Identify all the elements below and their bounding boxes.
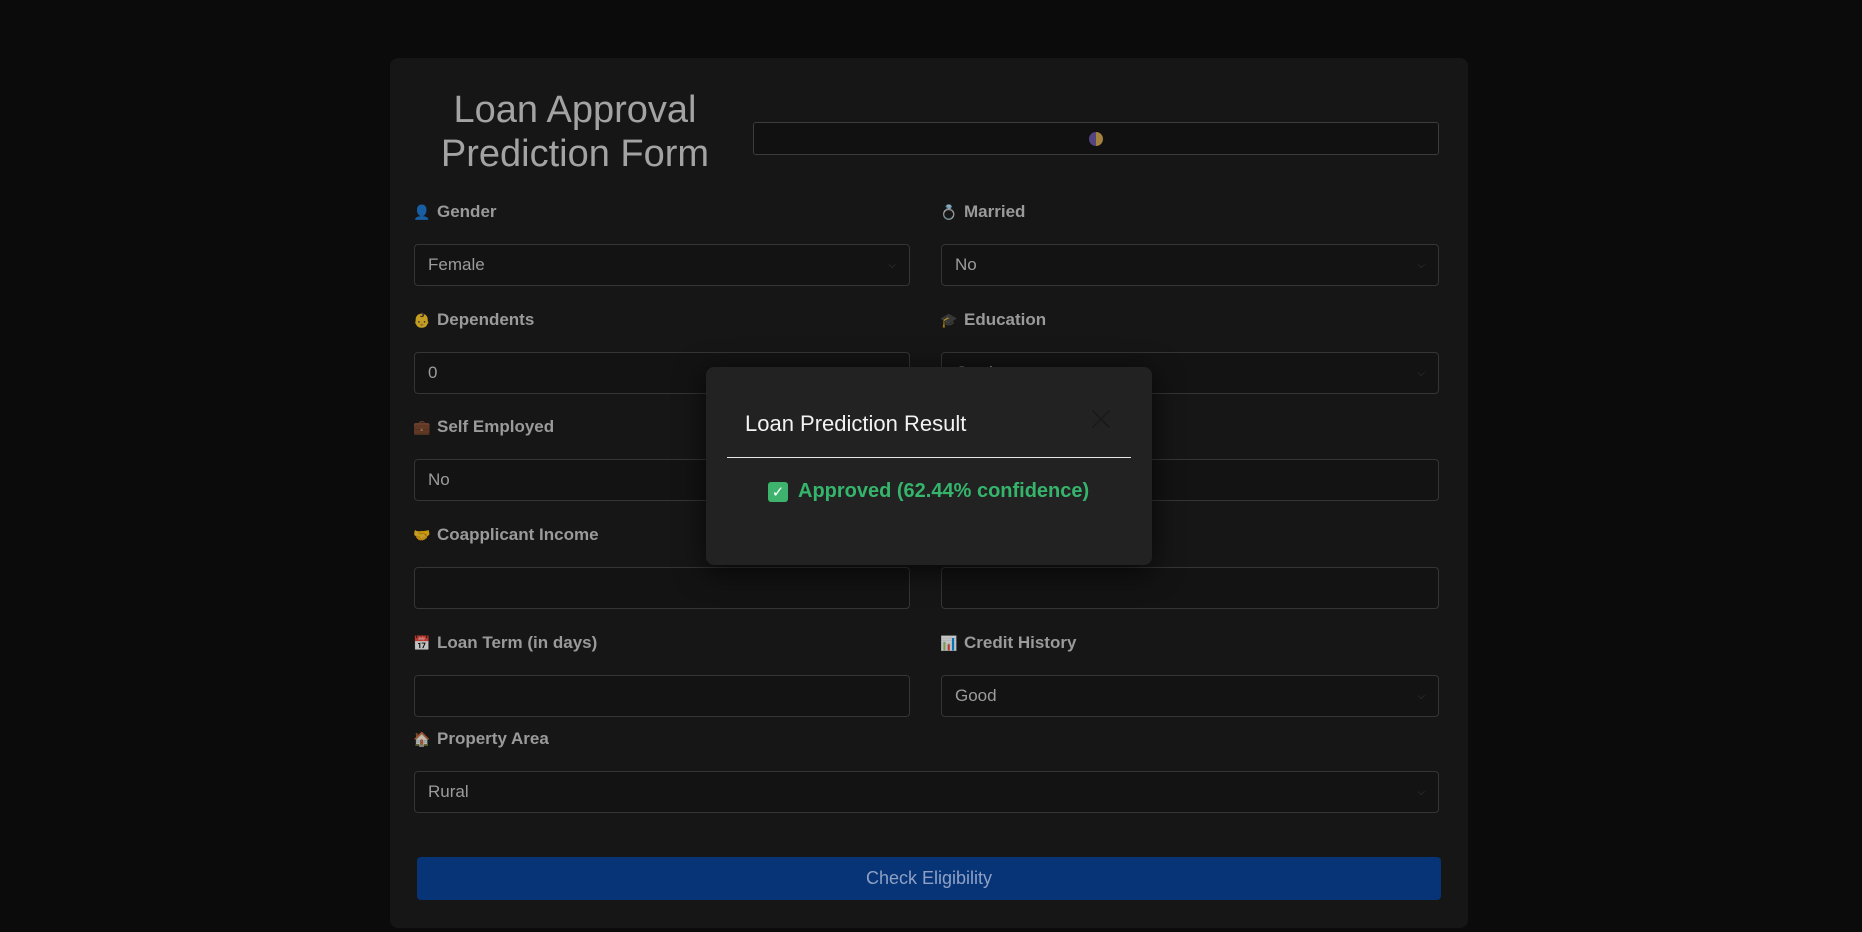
property-area-select[interactable]: Rural ⌵ [414,771,1439,813]
loan-amount-input[interactable] [941,567,1439,609]
married-select[interactable]: No ⌵ [941,244,1439,286]
modal-title: Loan Prediction Result [745,411,967,436]
dependents-value: 0 [428,363,438,382]
gender-select[interactable]: Female ⌵ [414,244,910,286]
half-moon-icon [1089,131,1103,146]
dependents-label: 👶 Dependents [413,310,535,329]
education-label: 🎓 Education [940,310,1047,329]
prediction-result: ✓ Approved (62.44% confidence) [768,480,1089,503]
handshake-icon: 🤝 [413,526,431,543]
credit-history-select[interactable]: Good ⌵ [941,675,1439,717]
title-line-1: Loan Approval [453,89,697,131]
credit-history-field: 📊 Credit History Good ⌵ [940,632,1439,717]
close-icon[interactable] [1089,407,1113,431]
property-area-value: Rural [428,782,469,801]
bar-chart-icon: 📊 [940,634,958,651]
property-area-field: 🏠 Property Area Rural ⌵ [413,728,1439,813]
ring-icon: 💍 [940,203,958,220]
credit-history-label: 📊 Credit History [940,633,1077,652]
loan-term-field: 📅 Loan Term (in days) [413,632,910,717]
married-value: No [955,255,977,274]
chevron-down-icon: ⌵ [1417,786,1425,798]
modal-divider [727,457,1131,458]
check-eligibility-button[interactable]: Check Eligibility [417,857,1441,900]
gender-value: Female [428,255,485,274]
briefcase-icon: 💼 [413,418,431,435]
self-employed-value: No [428,470,450,489]
chevron-down-icon: ⌵ [888,259,896,271]
chevron-down-icon: ⌵ [1417,367,1425,379]
result-text: Approved (62.44% confidence) [798,480,1090,502]
gender-field: 👤 Gender Female ⌵ [413,201,910,286]
loan-term-input[interactable] [414,675,910,717]
title-line-2: Prediction Form [440,133,710,175]
result-modal: Loan Prediction Result ✓ Approved (62.44… [706,367,1152,565]
married-label: 💍 Married [940,202,1026,221]
person-icon: 👤 [413,203,431,220]
calendar-icon: 📅 [413,634,431,651]
loan-term-label: 📅 Loan Term (in days) [413,633,598,652]
baby-icon: 👶 [413,311,431,328]
credit-history-value: Good [955,686,997,705]
page-title: Loan Approval Prediction Form [430,88,720,176]
married-field: 💍 Married No ⌵ [940,201,1439,286]
coapplicant-income-input[interactable] [414,567,910,609]
property-area-label: 🏠 Property Area [413,729,549,748]
gender-label: 👤 Gender [413,202,497,221]
theme-toggle-button[interactable] [753,122,1439,155]
check-mark-icon: ✓ [768,481,788,502]
chevron-down-icon: ⌵ [1417,690,1425,702]
chevron-down-icon: ⌵ [1417,259,1425,271]
graduation-cap-icon: 🎓 [940,311,958,328]
house-icon: 🏠 [413,730,431,747]
